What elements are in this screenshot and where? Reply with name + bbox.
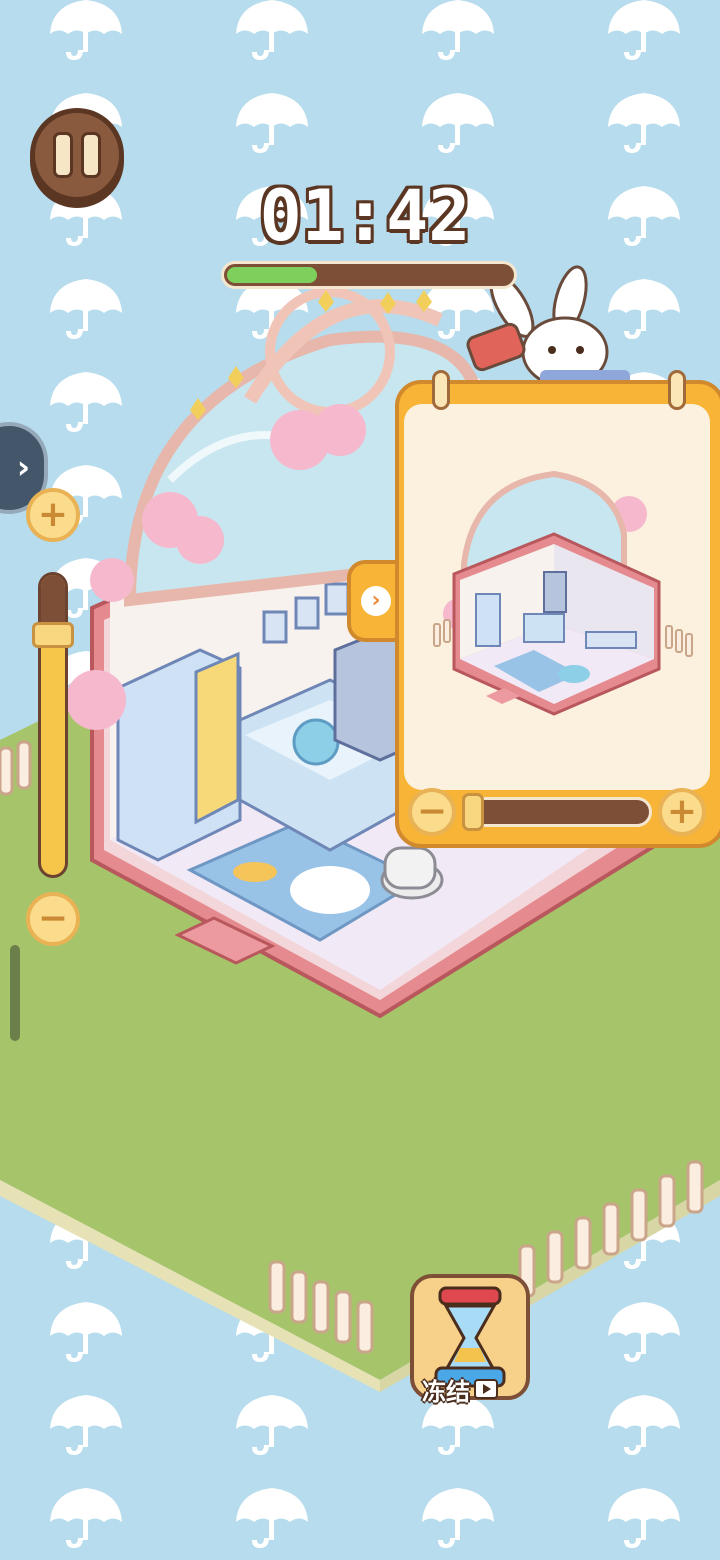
- plus-icon: +: [37, 494, 69, 535]
- pause-icon: [53, 132, 73, 178]
- plus-icon: +: [666, 791, 698, 832]
- scroll-indicator: [10, 945, 20, 1041]
- minus-icon: −: [37, 898, 69, 939]
- card-zoom-out-button[interactable]: −: [408, 788, 456, 836]
- card-zoom-in-button[interactable]: +: [658, 788, 706, 836]
- zoom-slider[interactable]: [38, 572, 68, 878]
- minus-icon: −: [416, 791, 448, 832]
- zoom-slider-handle[interactable]: [32, 622, 74, 648]
- chevron-right-icon: ›: [361, 586, 391, 616]
- card-ring-right: [668, 370, 686, 410]
- card-zoom-slider[interactable]: [462, 797, 652, 827]
- card-ring-left: [432, 370, 450, 410]
- freeze-booster-label-row: 冻结: [422, 1374, 522, 1406]
- chevron-right-icon: ›: [16, 448, 30, 486]
- video-icon: [474, 1379, 498, 1399]
- timer-progress-fill: [227, 267, 317, 283]
- target-room-illustration: [433, 470, 693, 716]
- pause-button[interactable]: [30, 108, 124, 202]
- zoom-out-button[interactable]: −: [26, 892, 80, 946]
- timer-progress-bar: [221, 261, 517, 289]
- zoom-in-button[interactable]: +: [26, 488, 80, 542]
- countdown-timer: 01:42: [259, 175, 471, 257]
- freeze-label: 冻结: [422, 1377, 470, 1406]
- card-zoom-slider-handle[interactable]: [462, 793, 484, 831]
- target-preview-image: [404, 404, 710, 790]
